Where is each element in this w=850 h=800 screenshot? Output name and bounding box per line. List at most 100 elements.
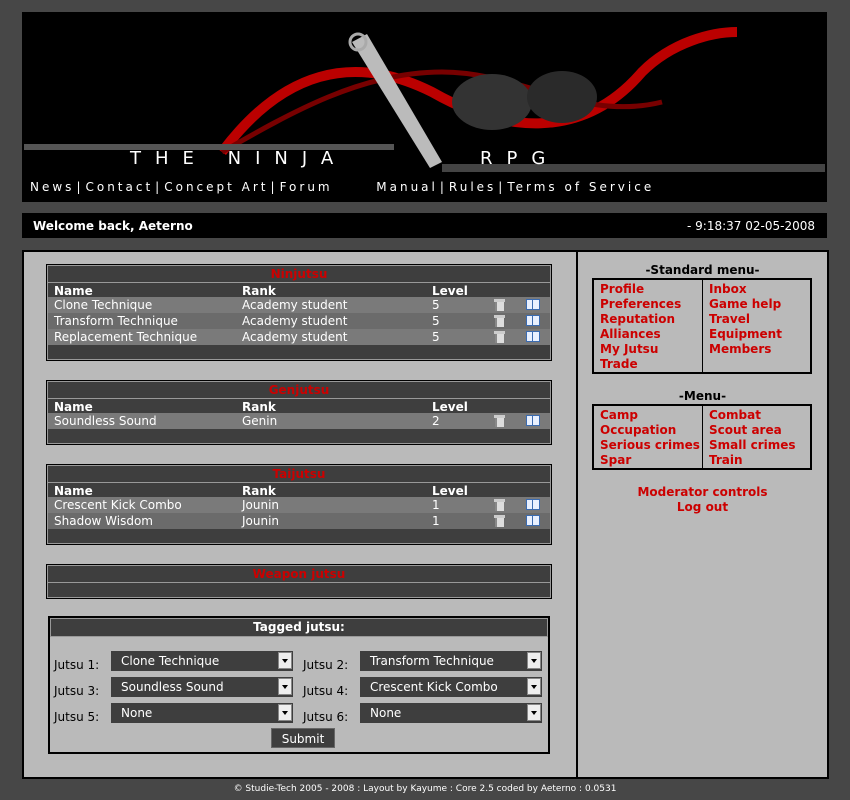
menu-profile[interactable]: Profile <box>600 282 644 296</box>
trash-icon[interactable] <box>494 515 505 527</box>
standard-menu-title: -Standard menu- <box>645 263 760 277</box>
jutsu-rank: Jounin <box>242 498 280 512</box>
book-icon[interactable] <box>526 499 540 510</box>
menu-divider <box>702 406 703 468</box>
menu-members[interactable]: Members <box>709 342 771 356</box>
menu-reputation[interactable]: Reputation <box>600 312 675 326</box>
trash-icon[interactable] <box>494 331 505 343</box>
logout-link[interactable]: Log out <box>578 500 827 514</box>
select-value: None <box>121 706 153 720</box>
nav-separator: | <box>76 180 84 194</box>
jutsu-slot-label: Jutsu 4: <box>303 684 349 698</box>
jutsu-rank: Academy student <box>242 314 348 328</box>
menu-alliances[interactable]: Alliances <box>600 327 661 341</box>
menu-occupation[interactable]: Occupation <box>600 423 676 437</box>
column-rank: Rank <box>242 400 276 414</box>
column-name: Name <box>54 484 93 498</box>
chevron-down-icon[interactable] <box>527 704 541 721</box>
tagged-jutsu-form: Tagged jutsu: Jutsu 1: Clone Technique J… <box>48 616 550 754</box>
kunai-ribbon-logo <box>218 27 738 168</box>
server-clock: - 9:18:37 02-05-2008 <box>687 219 815 233</box>
jutsu-2-select[interactable]: Transform Technique <box>360 651 542 671</box>
chevron-down-icon[interactable] <box>278 652 292 669</box>
tagged-title: Tagged jutsu: <box>50 618 548 637</box>
menu-serious-crimes[interactable]: Serious crimes <box>600 438 700 452</box>
table-row: Crescent Kick Combo Jounin 1 <box>47 497 551 513</box>
jutsu-6-select[interactable]: None <box>360 703 542 723</box>
section-title: Weapon jutsu <box>47 565 551 583</box>
column-level: Level <box>432 484 468 498</box>
moderator-controls-link[interactable]: Moderator controls <box>578 485 827 499</box>
jutsu-level: 1 <box>432 498 440 512</box>
menu-spar[interactable]: Spar <box>600 453 631 467</box>
nav-manual[interactable]: Manual <box>376 180 438 194</box>
jutsu-slot-label: Jutsu 5: <box>54 710 100 724</box>
jutsu-1-select[interactable]: Clone Technique <box>111 651 293 671</box>
nav-news[interactable]: News <box>30 180 74 194</box>
logo-title: THE NINJA <box>130 148 348 169</box>
jutsu-name: Soundless Sound <box>54 414 157 428</box>
jutsu-3-select[interactable]: Soundless Sound <box>111 677 293 697</box>
jutsu-section-weapon: Weapon jutsu <box>46 564 552 599</box>
book-icon[interactable] <box>526 515 540 526</box>
section-footer <box>47 345 551 360</box>
table-row: Clone Technique Academy student 5 <box>47 297 551 313</box>
section-title: Ninjutsu <box>47 265 551 283</box>
column-headers: Name Rank Level <box>47 483 551 498</box>
column-name: Name <box>54 400 93 414</box>
chevron-down-icon[interactable] <box>527 652 541 669</box>
book-icon[interactable] <box>526 331 540 342</box>
book-icon[interactable] <box>526 299 540 310</box>
submit-button[interactable]: Submit <box>271 728 335 748</box>
book-icon[interactable] <box>526 415 540 426</box>
menu-trade[interactable]: Trade <box>600 357 638 371</box>
menu-divider <box>702 280 703 372</box>
menu-combat[interactable]: Combat <box>709 408 761 422</box>
select-value: None <box>370 706 402 720</box>
book-icon[interactable] <box>526 315 540 326</box>
chevron-down-icon[interactable] <box>278 678 292 695</box>
menu-scout-area[interactable]: Scout area <box>709 423 782 437</box>
menu-preferences[interactable]: Preferences <box>600 297 681 311</box>
nav-separator: | <box>155 180 163 194</box>
jutsu-level: 5 <box>432 298 440 312</box>
jutsu-5-select[interactable]: None <box>111 703 293 723</box>
section-footer <box>47 583 551 598</box>
nav-contact[interactable]: Contact <box>85 180 153 194</box>
side-panel: -Standard menu- Profile Preferences Repu… <box>576 250 829 779</box>
welcome-bar: Welcome back, Aeterno - 9:18:37 02-05-20… <box>22 213 827 238</box>
trash-icon[interactable] <box>494 315 505 327</box>
jutsu-4-select[interactable]: Crescent Kick Combo <box>360 677 542 697</box>
nav-terms[interactable]: Terms of Service <box>507 180 654 194</box>
nav-forum[interactable]: Forum <box>280 180 333 194</box>
nav-concept-art[interactable]: Concept Art <box>164 180 268 194</box>
column-name: Name <box>54 284 93 298</box>
jutsu-rank: Genin <box>242 414 278 428</box>
standard-menu: Profile Preferences Reputation Alliances… <box>592 278 812 374</box>
jutsu-level: 1 <box>432 514 440 528</box>
menu-equipment[interactable]: Equipment <box>709 327 782 341</box>
trash-icon[interactable] <box>494 415 505 427</box>
top-navigation: News | Contact | Concept Art | Forum Manual | Ru… <box>30 180 820 194</box>
menu-train[interactable]: Train <box>709 453 743 467</box>
jutsu-name: Transform Technique <box>54 314 178 328</box>
select-value: Clone Technique <box>121 654 220 668</box>
nav-rules[interactable]: Rules <box>449 180 496 194</box>
menu-game-help[interactable]: Game help <box>709 297 781 311</box>
jutsu-slot-label: Jutsu 1: <box>54 658 100 672</box>
menu-travel[interactable]: Travel <box>709 312 750 326</box>
game-menu: Camp Occupation Serious crimes Spar Comb… <box>592 404 812 470</box>
menu-inbox[interactable]: Inbox <box>709 282 747 296</box>
chevron-down-icon[interactable] <box>278 704 292 721</box>
chevron-down-icon[interactable] <box>527 678 541 695</box>
menu-camp[interactable]: Camp <box>600 408 638 422</box>
trash-icon[interactable] <box>494 499 505 511</box>
menu-small-crimes[interactable]: Small crimes <box>709 438 796 452</box>
site-banner: THE NINJA RPG News | Contact | Concept Art | F… <box>22 12 827 202</box>
jutsu-slot-label: Jutsu 3: <box>54 684 100 698</box>
table-row: Soundless Sound Genin 2 <box>47 413 551 429</box>
column-rank: Rank <box>242 484 276 498</box>
nav-separator: | <box>439 180 447 194</box>
menu-my-jutsu[interactable]: My Jutsu <box>600 342 658 356</box>
trash-icon[interactable] <box>494 299 505 311</box>
